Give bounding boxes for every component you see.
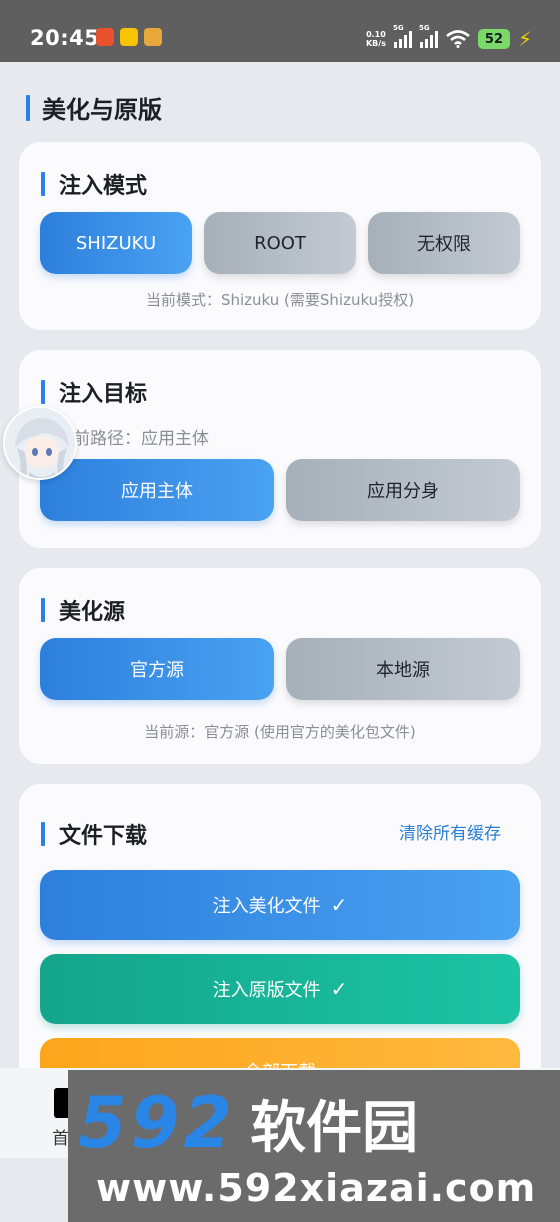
page-section-title: 美化与原版 <box>26 90 162 125</box>
network-speed-value: 0.10 <box>366 30 386 39</box>
title-accent-bar <box>41 172 45 196</box>
network-speed-unit: KB/s <box>365 39 386 48</box>
nav-home-label[interactable]: 首 <box>52 1124 69 1149</box>
watermark: 592 软件园 www.592xiazai.com <box>68 1070 560 1222</box>
notification-app-icon <box>144 28 162 46</box>
source-local-button[interactable]: 本地源 <box>286 638 520 700</box>
mode-no-permission-button[interactable]: 无权限 <box>368 212 520 274</box>
title-accent-bar <box>41 822 45 846</box>
inject-mode-title: 注入模式 <box>41 168 147 200</box>
file-download-title: 文件下载 <box>41 818 147 850</box>
charging-icon: ⚡ <box>517 27 532 51</box>
check-icon: ✓ <box>330 893 348 917</box>
target-clone-app-button[interactable]: 应用分身 <box>286 459 520 521</box>
watermark-url: www.592xiazai.com <box>96 1166 537 1210</box>
inject-target-title-text: 注入目标 <box>59 382 148 407</box>
inject-beautify-button[interactable]: 注入美化文件 ✓ <box>40 870 520 940</box>
inject-beautify-label: 注入美化文件 <box>212 896 321 917</box>
title-accent-bar <box>26 94 30 121</box>
status-bar: 20:45 0.10 KB/s 5G 5G 52 ⚡ <box>0 0 560 62</box>
mode-shizuku-button[interactable]: SHIZUKU <box>40 212 192 274</box>
network-speed: 0.10 KB/s <box>366 30 386 48</box>
file-download-title-text: 文件下载 <box>59 824 148 849</box>
sim1-label: 5G <box>392 24 404 32</box>
check-icon: ✓ <box>330 977 348 1001</box>
inject-mode-title-text: 注入模式 <box>59 174 148 199</box>
beautify-source-title: 美化源 <box>41 594 125 626</box>
inject-original-label: 注入原版文件 <box>212 980 321 1001</box>
inject-original-button[interactable]: 注入原版文件 ✓ <box>40 954 520 1024</box>
source-official-button[interactable]: 官方源 <box>40 638 274 700</box>
wifi-icon <box>446 30 470 48</box>
page-section-title-text: 美化与原版 <box>42 96 162 124</box>
watermark-logo: 592 软件园 <box>78 1082 418 1164</box>
target-main-app-button[interactable]: 应用主体 <box>40 459 274 521</box>
notification-app-icon <box>96 28 114 46</box>
status-icons: 0.10 KB/s 5G 5G 52 ⚡ <box>366 24 532 54</box>
beautify-source-hint: 当前源：官方源 (使用官方的美化包文件) <box>144 723 416 741</box>
notification-app-icon <box>120 28 138 46</box>
title-accent-bar <box>41 598 45 622</box>
title-accent-bar <box>41 380 45 404</box>
sim2-label: 5G <box>418 24 430 32</box>
signal-icon: 5G <box>419 24 438 48</box>
mode-root-button[interactable]: ROOT <box>204 212 356 274</box>
battery-icon: 52 <box>477 29 510 49</box>
watermark-name: 软件园 <box>250 1096 419 1161</box>
floating-avatar[interactable] <box>3 406 77 480</box>
file-download-card: 文件下载 清除所有缓存 注入美化文件 ✓ 注入原版文件 ✓ 全部下载 <box>19 784 541 1114</box>
inject-target-path: 前路径：应用主体 <box>73 429 209 449</box>
status-time: 20:45 <box>30 26 100 50</box>
watermark-number: 592 <box>78 1082 237 1164</box>
signal-icon: 5G <box>393 24 412 48</box>
inject-mode-hint: 当前模式：Shizuku (需要Shizuku授权) <box>145 291 415 309</box>
inject-target-card: 注入目标 前路径：应用主体 应用主体 应用分身 <box>19 350 541 548</box>
inject-target-title: 注入目标 <box>41 376 147 408</box>
beautify-source-card: 美化源 官方源 本地源 当前源：官方源 (使用官方的美化包文件) <box>19 568 541 764</box>
clear-cache-link[interactable]: 清除所有缓存 <box>399 819 501 844</box>
inject-mode-card: 注入模式 SHIZUKU ROOT 无权限 当前模式：Shizuku (需要Sh… <box>19 142 541 330</box>
beautify-source-title-text: 美化源 <box>59 600 126 625</box>
